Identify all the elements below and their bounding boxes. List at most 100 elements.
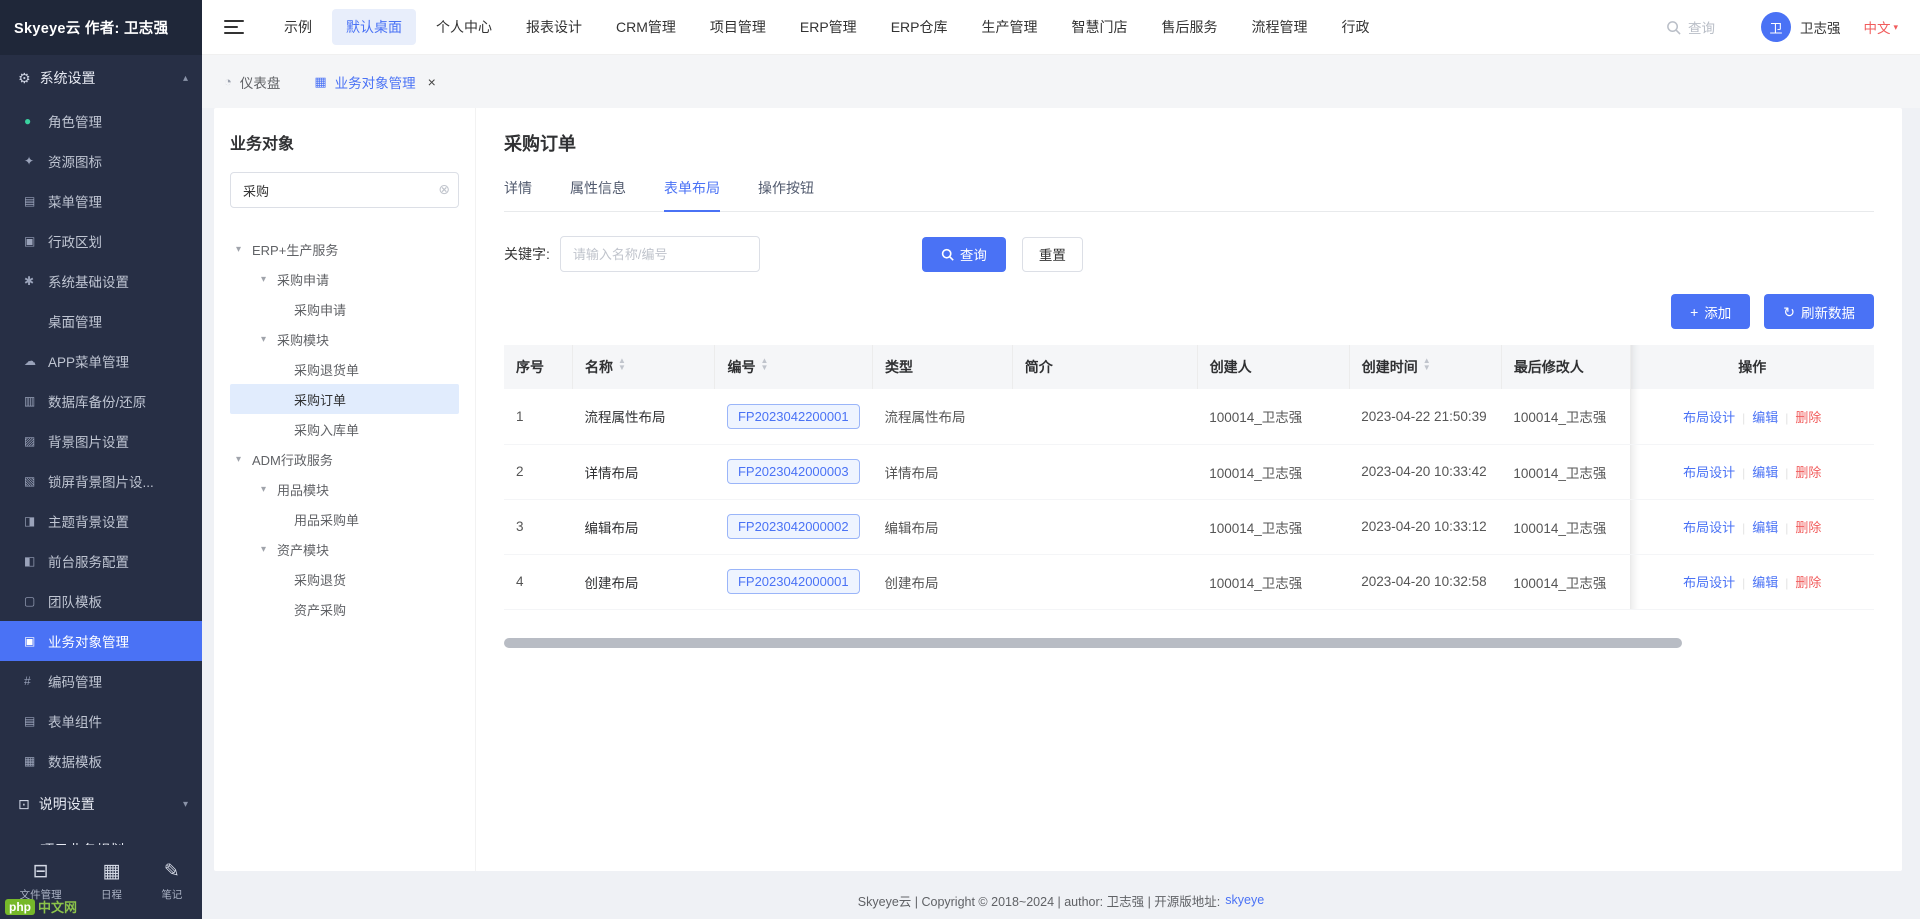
tree-node-purchase-inbound-order[interactable]: 采购入库单 xyxy=(230,414,459,444)
code-badge[interactable]: FP2023042200001 xyxy=(727,404,860,429)
separator: | xyxy=(1785,521,1788,535)
nav-item-default-desktop[interactable]: 默认桌面 xyxy=(332,9,416,45)
code-badge[interactable]: FP2023042000001 xyxy=(727,569,860,594)
layout-design-link[interactable]: 布局设计 xyxy=(1683,520,1735,535)
code-badge[interactable]: FP2023042000002 xyxy=(727,514,860,539)
layout-design-link[interactable]: 布局设计 xyxy=(1683,410,1735,425)
code-badge[interactable]: FP2023042000003 xyxy=(727,459,860,484)
delete-link[interactable]: 删除 xyxy=(1795,575,1821,590)
caret-down-icon[interactable]: ▾ xyxy=(261,544,277,555)
nav-item-report-design[interactable]: 报表设计 xyxy=(512,9,596,45)
refresh-button[interactable]: ↻ 刷新数据 xyxy=(1764,294,1874,329)
tree-node-asset-purchase[interactable]: 资产采购 xyxy=(230,594,459,624)
tab-form-layout[interactable]: 表单布局 xyxy=(664,178,720,211)
keyword-input[interactable] xyxy=(560,236,760,272)
nav-item-crm[interactable]: CRM管理 xyxy=(602,9,690,45)
nav-item-administration[interactable]: 行政 xyxy=(1327,9,1383,45)
tree-node-adm-admin-service[interactable]: ▾ADM行政服务 xyxy=(230,444,459,474)
sort-desc-icon[interactable]: ▼ xyxy=(760,368,768,375)
sidebar-item-business-object-management[interactable]: ▣业务对象管理 xyxy=(0,621,202,661)
nav-item-personal-center[interactable]: 个人中心 xyxy=(422,9,506,45)
tree-node-purchase-request[interactable]: 采购申请 xyxy=(230,294,459,324)
sidebar-item-admin-region[interactable]: ▣行政区划 xyxy=(0,221,202,261)
caret-down-icon[interactable]: ▾ xyxy=(261,484,277,495)
caret-down-icon[interactable]: ▾ xyxy=(261,334,277,345)
nav-item-production[interactable]: 生产管理 xyxy=(967,9,1051,45)
avatar[interactable]: 卫 xyxy=(1761,12,1791,42)
nav-item-smart-store[interactable]: 智慧门店 xyxy=(1057,9,1141,45)
reset-button[interactable]: 重置 xyxy=(1022,237,1083,272)
clear-icon[interactable]: ⊗ xyxy=(438,181,450,198)
tree-node-erp-production[interactable]: ▾ERP+生产服务 xyxy=(230,234,459,264)
add-button[interactable]: + 添加 xyxy=(1671,294,1750,329)
opensource-link[interactable]: skyeye xyxy=(1225,893,1264,907)
layout-design-link[interactable]: 布局设计 xyxy=(1683,465,1735,480)
user-name[interactable]: 卫志强 xyxy=(1800,17,1841,37)
sidebar-item-data-template[interactable]: ▦数据模板 xyxy=(0,741,202,781)
tree-search-input[interactable] xyxy=(230,172,459,208)
tree-node-purchase-module[interactable]: ▾采购模块 xyxy=(230,324,459,354)
quick-item-file-management[interactable]: ⊟ 文件管理 xyxy=(20,860,62,902)
delete-link[interactable]: 删除 xyxy=(1795,465,1821,480)
nav-item-process-management[interactable]: 流程管理 xyxy=(1237,9,1321,45)
sidebar-item-label: 锁屏背景图片设... xyxy=(48,471,154,491)
nav-item-after-sales[interactable]: 售后服务 xyxy=(1147,9,1231,45)
delete-link[interactable]: 删除 xyxy=(1795,410,1821,425)
scrollbar-thumb[interactable] xyxy=(504,638,1682,648)
sidebar-item-frontend-service-config[interactable]: ◧前台服务配置 xyxy=(0,541,202,581)
sidebar-item-lockscreen-background[interactable]: ▧锁屏背景图片设... xyxy=(0,461,202,501)
language-selector[interactable]: 中文 ▾ xyxy=(1863,17,1898,37)
hamburger-icon[interactable] xyxy=(224,20,244,34)
tab-attribute-info[interactable]: 属性信息 xyxy=(570,178,626,211)
sidebar-item-app-menu-management[interactable]: ☁APP菜单管理 xyxy=(0,341,202,381)
quick-item-notes[interactable]: ✎ 笔记 xyxy=(161,860,182,902)
sidebar-section-system-settings[interactable]: ⚙ 系统设置 ▴ xyxy=(0,55,202,101)
tab-dashboard[interactable]: ◔ 仪表盘 xyxy=(224,72,280,92)
sidebar-item-code-management[interactable]: #编码管理 xyxy=(0,661,202,701)
sidebar-item-form-components[interactable]: ▤表单组件 xyxy=(0,701,202,741)
tab-details[interactable]: 详情 xyxy=(504,178,532,211)
nav-item-example[interactable]: 示例 xyxy=(270,9,326,45)
edit-link[interactable]: 编辑 xyxy=(1752,410,1778,425)
nav-item-erp-warehouse[interactable]: ERP仓库 xyxy=(877,9,962,45)
edit-link[interactable]: 编辑 xyxy=(1752,520,1778,535)
tab-action-buttons[interactable]: 操作按钮 xyxy=(758,178,814,211)
delete-link[interactable]: 删除 xyxy=(1795,520,1821,535)
quick-item-calendar[interactable]: ▦ 日程 xyxy=(101,860,122,902)
layout-design-link[interactable]: 布局设计 xyxy=(1683,575,1735,590)
sidebar-section-description-settings[interactable]: ⊡ 说明设置 ▾ xyxy=(0,781,202,827)
sidebar-item-theme-background[interactable]: ◨主题背景设置 xyxy=(0,501,202,541)
search-button[interactable]: 查询 xyxy=(922,237,1006,272)
business-object-tree: ▾ERP+生产服务 ▾采购申请 采购申请 ▾采购模块 采购退货单 采购订单 采购… xyxy=(230,234,459,624)
sidebar-item-background-image-settings[interactable]: ▨背景图片设置 xyxy=(0,421,202,461)
refresh-icon: ↻ xyxy=(1783,305,1795,319)
global-search[interactable]: 查询 xyxy=(1666,17,1715,37)
tree-node-label: ADM行政服务 xyxy=(252,450,333,469)
tab-business-object-management[interactable]: ▦ 业务对象管理 × xyxy=(314,72,435,92)
edit-link[interactable]: 编辑 xyxy=(1752,465,1778,480)
sidebar-item-db-backup-restore[interactable]: ▥数据库备份/还原 xyxy=(0,381,202,421)
tree-node-purchase-return[interactable]: 采购退货 xyxy=(230,564,459,594)
caret-down-icon[interactable]: ▾ xyxy=(261,274,277,285)
tree-node-purchase-return-order[interactable]: 采购退货单 xyxy=(230,354,459,384)
nav-item-project-management[interactable]: 项目管理 xyxy=(696,9,780,45)
sidebar-item-system-base-settings[interactable]: ✱系统基础设置 xyxy=(0,261,202,301)
sidebar-item-menu-management[interactable]: ▤菜单管理 xyxy=(0,181,202,221)
caret-down-icon[interactable]: ▾ xyxy=(236,454,252,465)
edit-link[interactable]: 编辑 xyxy=(1752,575,1778,590)
tree-node-asset-module[interactable]: ▾资产模块 xyxy=(230,534,459,564)
sidebar-section-project-business-planning[interactable]: ▭ 项目业务规划 ▾ xyxy=(0,827,202,845)
sidebar-item-resource-icons[interactable]: ✦资源图标 xyxy=(0,141,202,181)
sidebar-item-desktop-management[interactable]: 桌面管理 xyxy=(0,301,202,341)
sort-desc-icon[interactable]: ▼ xyxy=(618,368,626,375)
nav-item-erp[interactable]: ERP管理 xyxy=(786,9,871,45)
tree-node-purchase-request-group[interactable]: ▾采购申请 xyxy=(230,264,459,294)
tree-node-purchase-order[interactable]: 采购订单 xyxy=(230,384,459,414)
tree-node-supplies-module[interactable]: ▾用品模块 xyxy=(230,474,459,504)
sidebar-item-team-template[interactable]: ▢团队模板 xyxy=(0,581,202,621)
close-icon[interactable]: × xyxy=(428,74,436,90)
caret-down-icon[interactable]: ▾ xyxy=(236,244,252,255)
tree-node-supplies-purchase-order[interactable]: 用品采购单 xyxy=(230,504,459,534)
sort-desc-icon[interactable]: ▼ xyxy=(1423,368,1431,375)
sidebar-item-role-management[interactable]: ●角色管理 xyxy=(0,101,202,141)
